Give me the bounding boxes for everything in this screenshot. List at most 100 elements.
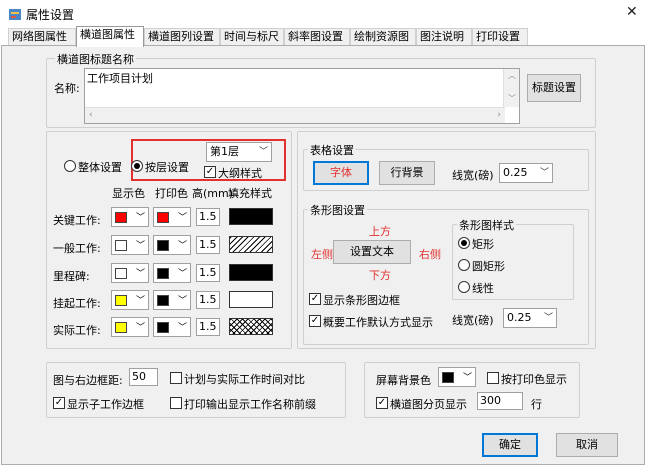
print-color-suspended[interactable]: ﹀ [153,290,191,310]
margin-input[interactable]: 50 [129,368,158,386]
color-swatch [115,322,127,333]
height-milestone[interactable]: 1.5 [196,264,220,282]
fill-milestone[interactable] [229,264,273,281]
title-settings-button[interactable]: 标题设置 [527,74,581,102]
chevron-down-icon: ﹀ [177,269,187,279]
paging-checkbox[interactable]: ✓ [376,397,388,409]
row-label-critical: 关键工作: [53,214,101,227]
show-sub-border-checkbox[interactable]: ✓ [53,397,65,409]
plan-compare-checkbox[interactable] [170,372,182,384]
color-swatch [115,295,127,306]
fill-normal[interactable] [229,236,273,253]
display-color-critical[interactable]: ﹀ [111,207,149,227]
summary-default-label: 概要工作默认方式显示 [323,316,433,329]
color-swatch [115,268,127,279]
show-border-checkbox[interactable]: ✓ [309,293,321,305]
font-button[interactable]: 字体 [313,161,369,185]
fill-critical[interactable] [229,208,273,225]
print-color-display-checkbox[interactable] [487,372,499,384]
close-icon[interactable]: ✕ [626,4,638,20]
chevron-down-icon: ﹀ [462,373,472,383]
title-name-input[interactable]: 工作项目计划 ︿ ﹀ ‹ › [84,68,520,124]
row-label-milestone: 里程碑: [53,270,90,283]
row-label-actual: 实际工作: [53,324,101,337]
height-critical[interactable]: 1.5 [196,208,220,226]
display-color-milestone[interactable]: ﹀ [111,263,149,283]
scroll-left-icon[interactable]: ‹ [89,110,93,120]
scroll-right-icon[interactable]: › [497,110,501,120]
tab-resource[interactable]: 绘制资源图 [350,28,416,46]
display-color-normal[interactable]: ﹀ [111,235,149,255]
rounded-rectangle-radio[interactable] [458,259,470,271]
by-layer-label: 按层设置 [145,161,189,174]
height-actual[interactable]: 1.5 [196,318,220,336]
fill-header: 填充样式 [228,187,272,200]
print-prefix-label: 打印输出显示工作名称前缀 [184,398,316,411]
chevron-down-icon: ﹀ [258,147,268,157]
tab-time-ruler[interactable]: 时间与标尺 [220,28,284,46]
outline-label: 大纲样式 [218,167,262,180]
horizontal-scrollbar[interactable]: ‹ › [85,107,505,123]
bar-group-legend: 条形图设置 [308,202,367,218]
fill-actual[interactable] [229,318,273,335]
ok-button[interactable]: 确定 [482,433,538,457]
table-line-width-label: 线宽(磅) [452,169,494,182]
tab-gantt-columns[interactable]: 横道图列设置 [144,28,220,46]
screen-bg-label: 屏幕背景色 [376,374,431,387]
tab-gantt[interactable]: 横道图属性 [76,26,144,47]
tab-legend[interactable]: 图注说明 [416,28,472,46]
height-header: 高(mm) [192,187,234,200]
print-color-actual[interactable]: ﹀ [153,317,191,337]
chevron-down-icon: ﹀ [135,296,145,306]
linear-label: 线性 [472,282,494,295]
vertical-scrollbar[interactable]: ︿ ﹀ [503,69,519,107]
bar-line-width-select[interactable]: 0.25 ﹀ [503,308,557,328]
print-color-critical[interactable]: ﹀ [153,207,191,227]
print-color-milestone[interactable]: ﹀ [153,263,191,283]
chevron-down-icon: ﹀ [135,323,145,333]
scroll-up-icon[interactable]: ︿ [508,70,516,81]
color-swatch [157,240,169,251]
display-color-suspended[interactable]: ﹀ [111,290,149,310]
chevron-down-icon: ﹀ [177,241,187,251]
table-group-legend: 表格设置 [308,142,356,158]
chevron-down-icon: ﹀ [539,168,549,178]
paging-label: 横道图分页显示 [390,398,467,411]
tab-network[interactable]: 网络图属性 [8,28,76,46]
color-swatch [157,322,169,333]
rectangle-radio[interactable] [458,237,470,249]
print-color-normal[interactable]: ﹀ [153,235,191,255]
tab-slope[interactable]: 斜率图设置 [284,28,350,46]
cancel-button[interactable]: 取消 [556,433,618,457]
bar-line-width-value: 0.25 [507,311,532,324]
table-line-width-select[interactable]: 0.25 ﹀ [499,163,553,183]
row-background-button[interactable]: 行背景 [379,161,435,185]
bar-style-group [452,224,574,300]
set-text-button[interactable]: 设置文本 [333,240,411,264]
layer-select-value: 第1层 [210,145,239,158]
linear-radio[interactable] [458,281,470,293]
fill-suspended[interactable] [229,291,273,308]
tab-print[interactable]: 打印设置 [472,28,528,46]
print-prefix-checkbox[interactable] [170,397,182,409]
color-swatch [442,372,454,383]
summary-default-checkbox[interactable]: ✓ [309,315,321,327]
print-color-display-label: 按打印色显示 [501,373,567,386]
scroll-down-icon[interactable]: ﹀ [508,93,516,104]
title-bar: 属性设置 ✕ [0,0,647,28]
display-color-actual[interactable]: ﹀ [111,317,149,337]
whole-setting-radio[interactable] [64,160,76,172]
height-suspended[interactable]: 1.5 [196,291,220,309]
layer-select[interactable]: 第1层 ﹀ [206,142,272,162]
position-top: 上方 [369,225,391,238]
screen-bg-color[interactable]: ﹀ [438,367,476,387]
outline-checkbox[interactable]: ✓ [204,166,216,178]
margin-label: 图与右边框距: [53,374,123,387]
height-normal[interactable]: 1.5 [196,236,220,254]
plan-compare-label: 计划与实际工作时间对比 [184,373,305,386]
show-sub-border-label: 显示子工作边框 [67,398,144,411]
color-swatch [115,212,127,223]
by-layer-radio[interactable] [131,160,143,172]
paging-rows-input[interactable]: 300 [477,392,523,410]
title-name-value: 工作项目计划 [87,72,153,85]
